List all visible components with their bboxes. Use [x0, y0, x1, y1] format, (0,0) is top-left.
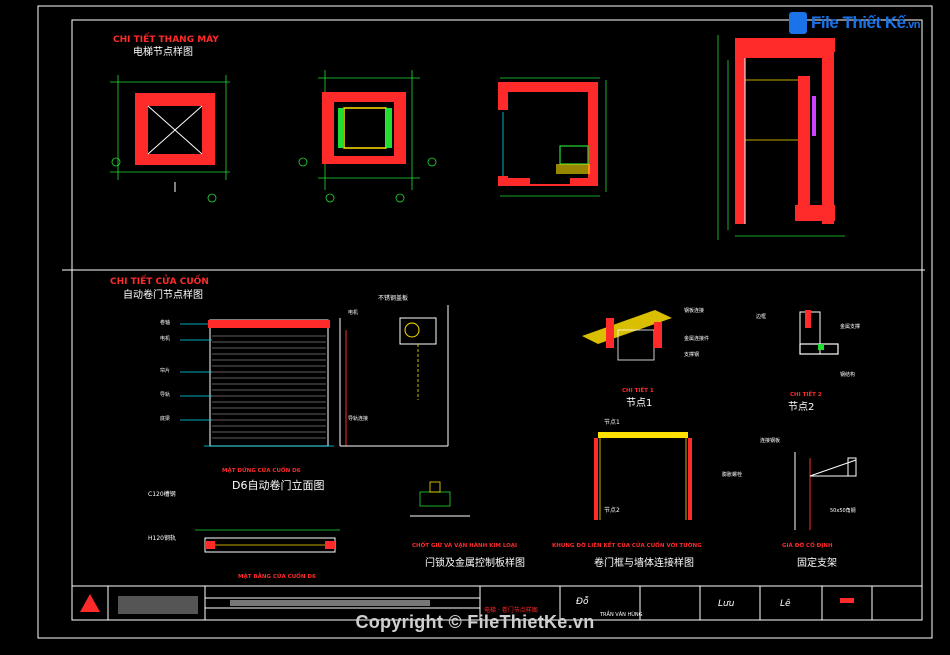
- node2-caption-cn: 节点2: [788, 401, 814, 413]
- logo-suffix: .vn: [905, 19, 921, 31]
- elevator-section: [717, 35, 845, 240]
- door-title-vn: CHI TIẾT CỬA CUỐN: [110, 274, 209, 287]
- elevator-plan-3: [498, 77, 607, 197]
- latch-caption-vn: CHỐT GIỮ VÀ VẬN HÀNH KIM LOẠI: [412, 541, 517, 549]
- node2-detail: 边框 金属支撑 钢结构: [756, 310, 860, 378]
- latch-detail: [410, 481, 470, 517]
- door-plan: C120槽钢 H120钢轨: [148, 490, 340, 553]
- frame-node1-label: 节点1: [604, 418, 620, 426]
- node1-detail: 钢板连接 金属连接件 支撑钢: [582, 307, 709, 361]
- door-label-left-2: 电机: [160, 335, 170, 342]
- door-label-right-2: 导轨连接: [348, 415, 368, 422]
- filethietke-logo: File Thiết Kế.vn: [789, 12, 921, 34]
- node2-label-2: 金属支撑: [840, 323, 860, 330]
- latch-caption-cn: 闩锁及金属控制板样图: [425, 556, 525, 569]
- door-side-section: 不锈钢盖板 电机 导轨连接: [339, 294, 449, 447]
- bracket-label-1: 连接钢板: [760, 437, 780, 444]
- node1-label-3: 支撑钢: [684, 351, 699, 358]
- door-plan-label-c120: C120槽钢: [148, 490, 176, 498]
- frame-wall-detail: 节点1 节点2: [594, 418, 692, 520]
- node2-label-3: 钢结构: [840, 371, 855, 378]
- cad-drawing-sheet: CHI TIẾT THANG MÁY 电梯节点样图 CHI TIẾT CỬA C…: [37, 5, 933, 639]
- frame-caption-vn: KHUNG ĐỠ LIÊN KẾT CỦA CỬA CUỐN VỚI TƯỜNG: [552, 541, 702, 549]
- bracket-caption-cn: 固定支架: [797, 556, 837, 569]
- door-title-cn: 自动卷门节点样图: [123, 288, 203, 301]
- signer-3: Lưu: [718, 599, 735, 609]
- door-elev-caption-vn: MẶT ĐỨNG CỬA CUỐN D6: [222, 466, 301, 474]
- bracket-label-2: 膨胀螺栓: [722, 471, 742, 478]
- node1-label-1: 钢板连接: [684, 307, 704, 314]
- logo-text: File Thiết Kế: [811, 13, 906, 32]
- elevator-plan-1: [110, 75, 230, 203]
- bracket-label-3: 50x50角钢: [830, 507, 856, 514]
- node2-label-1: 边框: [756, 313, 766, 320]
- node2-caption-vn: CHI TIẾT 2: [790, 390, 822, 398]
- elevator-plan-2: [298, 70, 437, 203]
- door-slats: [212, 335, 326, 439]
- frame-node2-label: 节点2: [604, 506, 620, 514]
- elevator-title-vn: CHI TIẾT THANG MÁY: [113, 32, 219, 45]
- node1-label-2: 金属连接件: [684, 335, 709, 342]
- door-label-left-3: 帘片: [160, 367, 170, 374]
- bracket-caption-vn: GIÁ ĐỠ CỐ ĐỊNH: [782, 541, 833, 549]
- door-label-right-1: 电机: [348, 309, 358, 316]
- door-note-top: 不锈钢盖板: [378, 294, 408, 302]
- bracket-detail: 连接钢板 膨胀螺栓 50x50角钢: [722, 437, 857, 530]
- door-label-left-5: 底梁: [160, 415, 170, 422]
- door-label-left-4: 导轨: [160, 391, 170, 398]
- door-plan-label-h120: H120钢轨: [148, 534, 176, 542]
- copyright-watermark: Copyright © FileThietKe.vn: [355, 612, 595, 632]
- signer-4: Lê: [780, 598, 791, 609]
- door-plan-caption-vn: MẶT BẰNG CỬA CUỐN D6: [238, 572, 316, 580]
- node1-caption-cn: 节点1: [626, 397, 652, 409]
- elevator-title-cn: 电梯节点样图: [133, 45, 193, 58]
- company-logo-icon: [80, 594, 100, 612]
- node1-caption-vn: CHI TIẾT 1: [622, 386, 654, 394]
- door-elev-caption-cn: D6自动卷门立面图: [232, 478, 324, 492]
- door-elevation: 卷轴 电机 帘片 导轨 底梁: [160, 319, 334, 447]
- file-icon: [789, 12, 808, 34]
- signer-1: Đỗ: [576, 596, 589, 607]
- door-label-left-1: 卷轴: [160, 319, 170, 326]
- frame-caption-cn: 卷门框与墙体连接样图: [594, 556, 694, 569]
